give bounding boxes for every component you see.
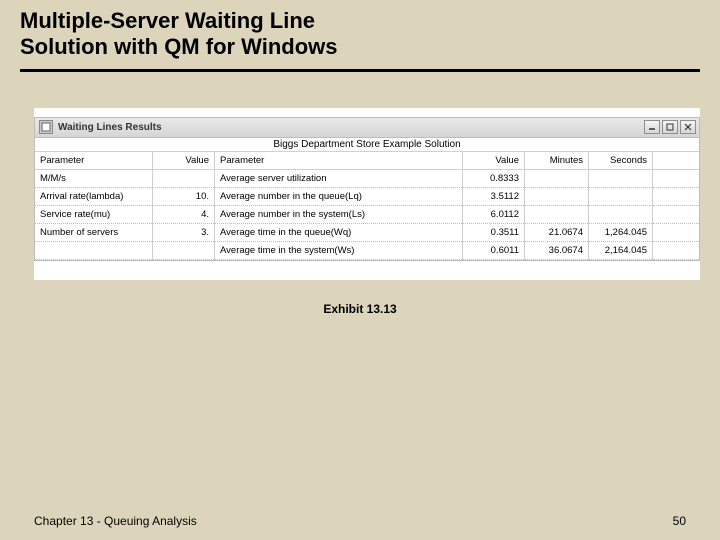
cell: 0.8333 [463,170,524,188]
title-area: Multiple-Server Waiting Line Solution wi… [0,0,720,65]
cell [589,170,652,188]
col-value-left: Value 10. 4. 3. [153,152,215,260]
cell: 3.5112 [463,188,524,206]
cell: 10. [153,188,214,206]
footer-page-number: 50 [673,514,686,528]
results-grid: Parameter M/M/s Arrival rate(lambda) Ser… [35,152,699,260]
cell: M/M/s [35,170,152,188]
cell: Average number in the system(Ls) [215,206,462,224]
cell: Average number in the queue(Lq) [215,188,462,206]
cell [153,242,214,260]
cell: 36.0674 [525,242,588,260]
cell-empty [653,242,699,260]
col-padding [653,152,699,260]
col-value-right: Value 0.8333 3.5112 6.0112 0.3511 0.6011 [463,152,525,260]
col-header: Value [463,152,524,170]
cell: Arrival rate(lambda) [35,188,152,206]
cell-empty [653,188,699,206]
cell [35,242,152,260]
cell: 1,264.045 [589,224,652,242]
title-line-1: Multiple-Server Waiting Line [20,8,315,33]
cell: 2,164.045 [589,242,652,260]
window-buttons [644,120,696,134]
maximize-button[interactable] [662,120,678,134]
page-title: Multiple-Server Waiting Line Solution wi… [20,8,700,61]
col-minutes: Minutes 21.0674 36.0674 [525,152,589,260]
cell-empty [653,206,699,224]
col-header: Parameter [35,152,152,170]
cell [525,206,588,224]
cell: Average time in the system(Ws) [215,242,462,260]
cell: Average time in the queue(Wq) [215,224,462,242]
col-parameter-right: Parameter Average server utilization Ave… [215,152,463,260]
close-button[interactable] [680,120,696,134]
cell: 0.6011 [463,242,524,260]
col-header: Parameter [215,152,462,170]
col-header: Minutes [525,152,588,170]
caption-bar: Biggs Department Store Example Solution [35,138,699,152]
cell: 6.0112 [463,206,524,224]
cell [525,188,588,206]
cell: Average server utilization [215,170,462,188]
col-header: Seconds [589,152,652,170]
cell: 0.3511 [463,224,524,242]
col-seconds: Seconds 1,264.045 2,164.045 [589,152,653,260]
window-title: Waiting Lines Results [58,122,644,133]
title-line-2: Solution with QM for Windows [20,34,338,59]
cell: 21.0674 [525,224,588,242]
results-window: Waiting Lines Results Biggs Department S… [34,117,700,261]
col-parameter-left: Parameter M/M/s Arrival rate(lambda) Ser… [35,152,153,260]
cell-empty [653,170,699,188]
cell: Number of servers [35,224,152,242]
minimize-button[interactable] [644,120,660,134]
window-titlebar: Waiting Lines Results [35,118,699,138]
col-header: Value [153,152,214,170]
cell [525,170,588,188]
cell [589,188,652,206]
title-rule [20,69,700,72]
cell-empty [653,224,699,242]
cell: Service rate(mu) [35,206,152,224]
cell: 3. [153,224,214,242]
app-icon [39,120,53,134]
cell [153,170,214,188]
cell: 4. [153,206,214,224]
col-header-empty [653,152,699,170]
screenshot-panel: Waiting Lines Results Biggs Department S… [34,108,700,280]
footer: Chapter 13 - Queuing Analysis 50 [34,514,686,528]
footer-left: Chapter 13 - Queuing Analysis [34,514,197,528]
exhibit-label: Exhibit 13.13 [0,302,720,316]
cell [589,206,652,224]
